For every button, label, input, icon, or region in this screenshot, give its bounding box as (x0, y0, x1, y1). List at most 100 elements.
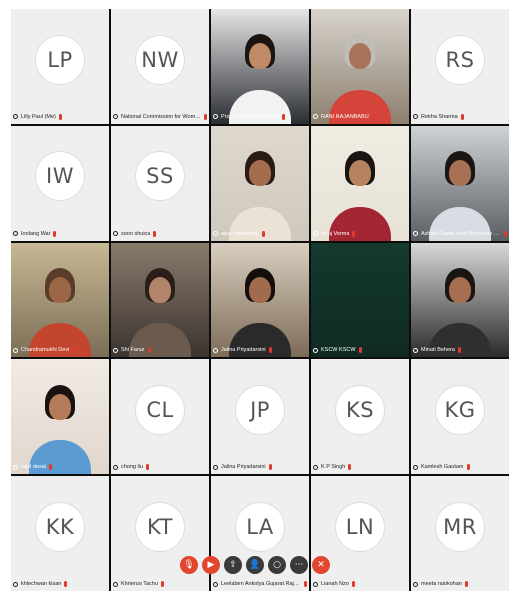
participant-tile[interactable]: LP Lilly Paul (Me) (11, 9, 109, 124)
mic-muted-icon (204, 113, 207, 120)
user-icon (113, 581, 118, 587)
mic-muted-icon (351, 581, 355, 587)
participant-label: Anuj Verma (313, 229, 407, 239)
share-button[interactable]: ⇧ (224, 556, 242, 574)
participant-tile[interactable]: KS K P Singh (311, 359, 409, 475)
participant-label: Ashok Chabe Joint Secretary NCW (413, 229, 507, 239)
participant-avatar: KK (35, 501, 85, 552)
mic-muted-icon (352, 230, 356, 237)
participant-tile[interactable]: Anuj Verma (311, 125, 409, 241)
participant-name: National Commission for Women (Host) (121, 113, 201, 120)
mic-button[interactable]: 🎙 (180, 556, 198, 574)
video-icon: ▶ (207, 560, 215, 570)
participant-name: sooo shuica (121, 230, 151, 237)
participant-name: Jalina Priyadarsini (221, 464, 266, 471)
participant-name: Kamlesh Gautam (421, 464, 464, 471)
participant-avatar: LP (35, 34, 85, 85)
participant-tile[interactable]: KSCW KSCW (311, 242, 409, 358)
person-face (449, 160, 471, 187)
participant-label: Lilly Paul (Me) (13, 112, 107, 122)
participant-avatar: KG (435, 384, 485, 435)
leave-icon: ✕ (317, 560, 325, 570)
person-face (249, 160, 271, 187)
participant-label: Jalina Priyadarsini (213, 462, 307, 472)
participant-avatar: MR (435, 501, 485, 552)
participant-label: K P Singh (313, 462, 407, 472)
participant-name: meeta raiokohan (421, 581, 462, 587)
participant-name: RANI RAJANBABU (321, 113, 369, 120)
mic-muted-icon (146, 464, 150, 471)
leave-button[interactable]: ✕ (312, 556, 330, 574)
person-face (449, 277, 471, 304)
share-icon: ⇧ (229, 560, 237, 570)
participant-name: KSCW KSCW (321, 347, 356, 354)
participants-button[interactable]: 👤 (246, 556, 264, 574)
participant-label: Rekha Sharma (413, 112, 507, 122)
participant-tile[interactable]: NW National Commission for Women (Host) (111, 9, 209, 124)
mic-muted-icon (457, 347, 461, 354)
participant-name: Shi Faraz (121, 347, 145, 354)
participant-tile[interactable]: IW Ioolang War (11, 125, 109, 241)
mic-icon: 🎙 (183, 560, 195, 570)
mic-muted-icon (160, 581, 164, 587)
mic-muted-icon (58, 113, 62, 120)
participant-tile[interactable]: Jalina Priyadarsini (211, 242, 309, 358)
user-icon (413, 114, 418, 120)
participant-avatar: RS (435, 34, 485, 85)
participant-tile[interactable]: Chandramukhi Devi (11, 242, 109, 358)
mic-muted-icon (466, 464, 470, 471)
user-icon (113, 114, 118, 120)
user-icon (13, 464, 18, 470)
participant-avatar: CL (135, 384, 185, 435)
participant-name: Lilly Paul (Me) (21, 113, 56, 120)
mic-muted-icon (147, 347, 151, 354)
chat-button[interactable]: ○ (268, 556, 286, 574)
participant-avatar: IW (35, 151, 85, 202)
user-icon (213, 581, 218, 587)
participant-label: Lianah Nzo (313, 579, 407, 589)
person-face (249, 277, 271, 304)
participant-name: rajul desai (21, 464, 47, 471)
participant-avatar: KS (335, 384, 385, 435)
more-icon: ··· (294, 560, 304, 570)
participant-tile[interactable]: RANI RAJANBABU (311, 9, 409, 124)
person-face (249, 43, 271, 70)
participant-tile[interactable]: CL chong liu (111, 359, 209, 475)
participant-name: chong liu (121, 464, 144, 471)
participant-label: Minati Behera (413, 345, 507, 355)
user-icon (413, 581, 418, 587)
user-icon (113, 347, 118, 353)
participant-tile[interactable]: SS sooo shuica (111, 125, 209, 241)
participant-tile[interactable]: alpa choudhary (211, 125, 309, 241)
participant-name: Prof Dr Meenam Brnota (221, 113, 280, 120)
mic-muted-icon (53, 230, 57, 237)
participant-name: Anuj Verma (321, 230, 350, 237)
user-icon (113, 231, 118, 237)
mic-muted-icon (282, 113, 286, 120)
participant-tile[interactable]: Ashok Chabe Joint Secretary NCW (411, 125, 509, 241)
participant-label: Shi Faraz (113, 345, 207, 355)
participant-tile[interactable]: Prof Dr Meenam Brnota (211, 9, 309, 124)
participants-icon: 👤 (249, 560, 261, 570)
participant-tile[interactable]: Minati Behera (411, 242, 509, 358)
participant-name: khlechwan kisan (21, 581, 62, 587)
participant-name: Jalina Priyadarsini (221, 347, 266, 354)
participant-tile[interactable]: Shi Faraz (111, 242, 209, 358)
participant-label: Jalina Priyadarsini (213, 345, 307, 355)
meeting-controls-bar: 🎙 ▶ ⇧ 👤 ○ ··· ✕ (0, 556, 510, 574)
video-button[interactable]: ▶ (202, 556, 220, 574)
mic-muted-icon (49, 464, 53, 471)
participant-tile[interactable]: JP Jalina Priyadarsini (211, 359, 309, 475)
participant-tile[interactable]: RS Rekha Sharma (411, 9, 509, 124)
participant-tile[interactable]: KG Kamlesh Gautam (411, 359, 509, 475)
more-button[interactable]: ··· (290, 556, 308, 574)
person-face (349, 160, 371, 187)
participant-name: K P Singh (321, 464, 346, 471)
participant-tile[interactable]: rajul desai (11, 359, 109, 475)
participant-name: Lianah Nzo (321, 581, 349, 587)
mic-muted-icon (261, 230, 265, 237)
user-icon (213, 464, 218, 470)
mic-muted-icon (358, 347, 362, 354)
participant-video (311, 242, 409, 358)
participant-label: Chandramukhi Devi (13, 345, 107, 355)
